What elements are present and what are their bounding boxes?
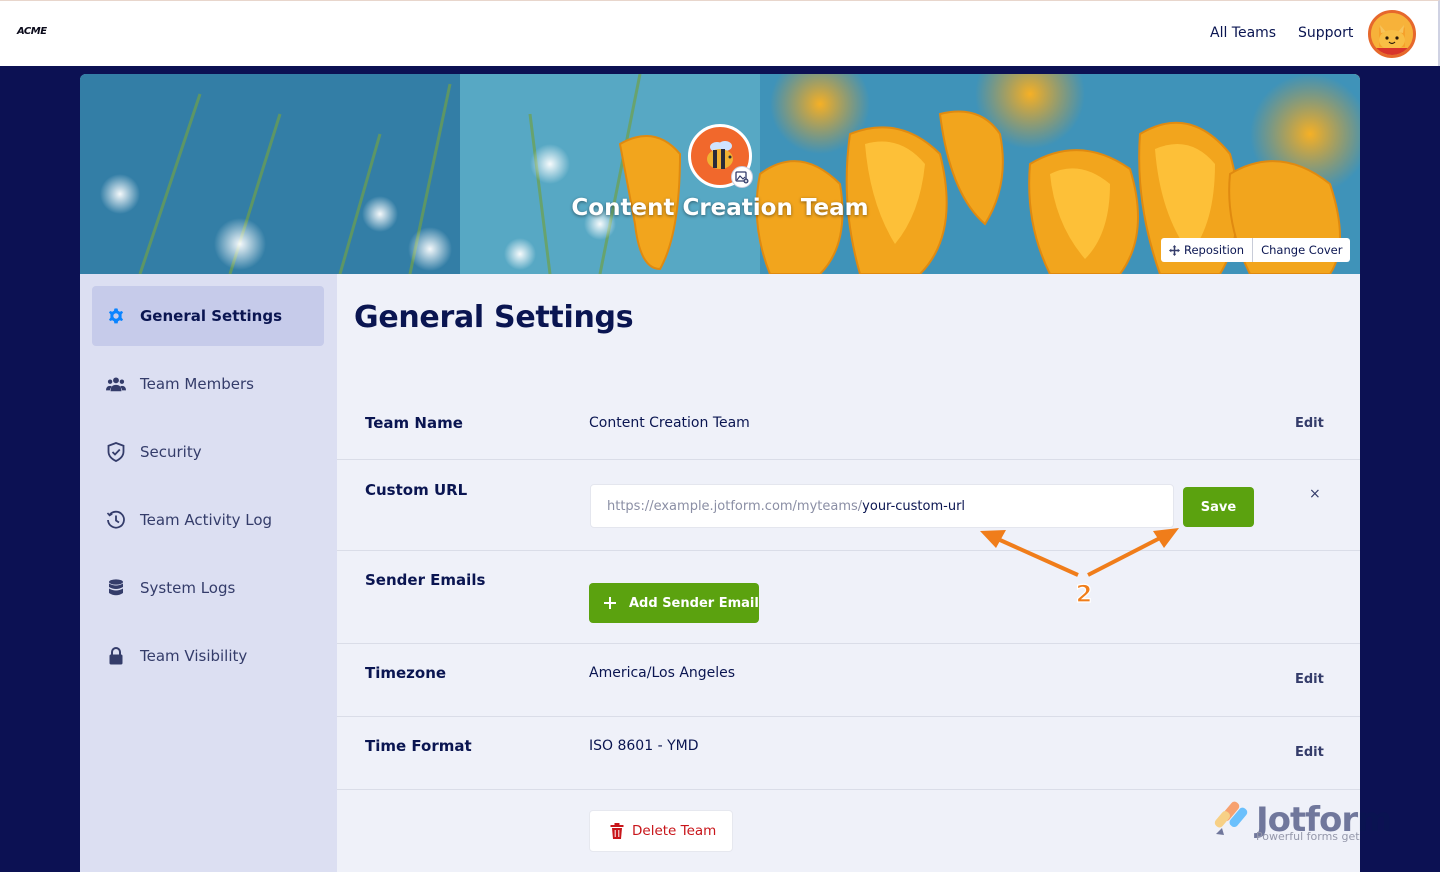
move-icon [1169, 244, 1180, 256]
timezone-value: America/Los Angeles [589, 665, 736, 681]
sidebar-item-label: System Logs [140, 579, 236, 597]
sidebar-item-label: Team Activity Log [140, 511, 273, 529]
sidebar-item-label: Team Visibility [140, 647, 248, 665]
acme-logo[interactable]: ACME [17, 26, 47, 37]
sender-emails-row: Sender Emails [337, 551, 1360, 644]
team-name-row: Team Name Content Creation Team Edit [337, 388, 1360, 460]
sidebar-item-system-logs[interactable]: System Logs [92, 558, 324, 618]
add-sender-email-button[interactable]: Add Sender Email [589, 583, 759, 623]
team-name-label: Team Name [365, 414, 463, 432]
custom-url-prefix: https://example.jotform.com/myteams/ [607, 498, 863, 514]
sender-emails-label: Sender Emails [365, 571, 486, 589]
cover-team-name: Content Creation Team [571, 195, 869, 221]
sidebar-item-team-visibility[interactable]: Team Visibility [92, 626, 324, 686]
cat-avatar-icon [1371, 13, 1413, 55]
sidebar-item-general-settings[interactable]: General Settings [92, 286, 324, 346]
plus-icon [604, 597, 616, 609]
sidebar-item-label: Security [140, 443, 202, 461]
lock-icon [106, 646, 126, 666]
change-cover-button[interactable]: Change Cover [1252, 238, 1350, 262]
change-cover-label: Change Cover [1261, 243, 1343, 257]
time-format-value: ISO 8601 - YMD [589, 738, 699, 754]
jotform-watermark: Jotform Powerful forms get [1212, 798, 1412, 848]
settings-content: General Settings Team Name Content Creat… [337, 274, 1360, 872]
top-navbar: ACME All Teams Support [0, 0, 1440, 66]
edit-time-format-link[interactable]: Edit [1295, 745, 1324, 760]
reposition-button[interactable]: Reposition [1161, 238, 1252, 262]
team-name-value: Content Creation Team [589, 415, 750, 431]
delete-team-button[interactable]: Delete Team [589, 810, 733, 852]
sidebar-item-team-members[interactable]: Team Members [92, 354, 324, 414]
gear-icon [106, 306, 126, 326]
users-icon [106, 374, 126, 394]
database-icon [106, 578, 126, 598]
timezone-label: Timezone [365, 664, 447, 682]
trash-icon [610, 823, 624, 839]
image-edit-icon [735, 171, 749, 184]
add-sender-email-label: Add Sender Email [629, 595, 759, 611]
time-format-row: Time Format ISO 8601 - YMD Edit [337, 717, 1360, 790]
custom-url-label: Custom URL [365, 481, 468, 499]
nav-support[interactable]: Support [1298, 25, 1353, 41]
change-avatar-button[interactable] [731, 166, 753, 188]
shield-icon [106, 442, 126, 462]
team-settings-card: Content Creation Team Reposition Change … [80, 74, 1360, 872]
time-format-label: Time Format [365, 737, 472, 755]
watermark-tagline: Powerful forms get [1256, 830, 1360, 843]
edit-timezone-link[interactable]: Edit [1295, 672, 1324, 687]
cover-image: Content Creation Team Reposition Change … [80, 74, 1360, 274]
delete-team-label: Delete Team [632, 823, 717, 839]
close-icon[interactable]: × [1309, 486, 1321, 502]
user-avatar[interactable] [1368, 10, 1416, 58]
custom-url-value[interactable]: your-custom-url [862, 499, 965, 514]
sidebar-item-label: General Settings [140, 307, 283, 325]
timezone-row: Timezone America/Los Angeles Edit [337, 644, 1360, 717]
custom-url-input[interactable]: https://example.jotform.com/myteams/your… [590, 484, 1174, 528]
sidebar-item-team-activity-log[interactable]: Team Activity Log [92, 490, 324, 550]
jotform-logo-icon [1214, 801, 1248, 835]
clock-history-icon [106, 510, 126, 530]
page-title: General Settings [354, 300, 634, 335]
sidebar-item-label: Team Members [140, 375, 254, 393]
save-button[interactable]: Save [1183, 487, 1254, 527]
cover-actions: Reposition Change Cover [1161, 238, 1351, 262]
sidebar-item-security[interactable]: Security [92, 422, 324, 482]
nav-all-teams[interactable]: All Teams [1210, 25, 1276, 41]
settings-sidebar: General Settings Team Members Security T… [80, 274, 337, 872]
edit-team-name-link[interactable]: Edit [1295, 416, 1324, 431]
reposition-label: Reposition [1184, 243, 1245, 257]
